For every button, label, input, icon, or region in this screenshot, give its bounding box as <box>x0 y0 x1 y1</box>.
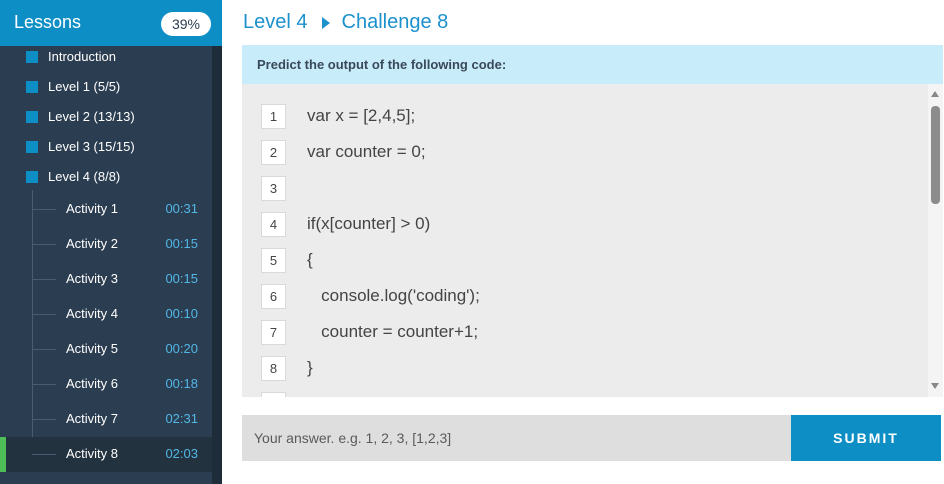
scroll-up-arrow-icon[interactable] <box>931 91 939 97</box>
activity-name: Activity 2 <box>66 236 119 251</box>
line-number: 2 <box>261 140 286 165</box>
line-number: 5 <box>261 248 286 273</box>
activity-name: Activity 5 <box>66 341 119 356</box>
activity-time: 00:31 <box>165 201 198 216</box>
code-line: console.log('coding'); <box>307 286 480 305</box>
sidebar-item-label: Level 2 (13/13) <box>48 109 135 124</box>
tree-branch <box>32 314 56 315</box>
submit-button[interactable]: SUBMIT <box>791 415 941 461</box>
tree-branch <box>32 454 56 455</box>
code-line: } <box>307 358 313 377</box>
activity-time: 02:31 <box>165 411 198 426</box>
progress-badge: 39% <box>161 12 211 36</box>
line-number: 1 <box>261 104 286 129</box>
breadcrumb: Level 4 Challenge 8 <box>243 11 448 37</box>
sidebar-header: Lessons 39% <box>0 0 222 46</box>
activity-name: Activity 4 <box>66 306 119 321</box>
tree-branch <box>32 209 56 210</box>
sidebar-activity-6[interactable]: Activity 6 00:18 <box>0 367 212 402</box>
sidebar-activity-8[interactable]: Activity 8 02:03 <box>0 437 212 472</box>
line-number-partial <box>261 392 286 397</box>
sidebar-activity-2[interactable]: Activity 2 00:15 <box>0 227 212 262</box>
activity-time: 00:20 <box>165 341 198 356</box>
tree-branch <box>32 349 56 350</box>
sidebar-item-introduction[interactable]: Introduction <box>0 42 212 72</box>
sidebar-item-label: Level 3 (15/15) <box>48 139 135 154</box>
sidebar-activity-5[interactable]: Activity 5 00:20 <box>0 332 212 367</box>
sidebar-item-label: Level 1 (5/5) <box>48 79 121 94</box>
code-line: var x = [2,4,5]; <box>307 106 416 125</box>
sidebar-item-level-3[interactable]: Level 3 (15/15) <box>0 132 212 162</box>
question-prompt: Predict the output of the following code… <box>242 45 943 84</box>
activity-name: Activity 7 <box>66 411 119 426</box>
code-scrollbar[interactable] <box>928 84 943 397</box>
level-square-icon <box>26 111 38 123</box>
lessons-sidebar: Lessons 39% Introduction Level 1 (5/5) L… <box>0 0 222 484</box>
level-square-icon <box>26 141 38 153</box>
line-number: 6 <box>261 284 286 309</box>
level-square-icon <box>26 81 38 93</box>
tree-branch <box>32 244 56 245</box>
answer-input[interactable] <box>242 415 791 461</box>
active-marker <box>0 437 6 472</box>
level-square-icon <box>26 171 38 183</box>
code-line: var counter = 0; <box>307 142 426 161</box>
scrollbar-thumb[interactable] <box>931 106 940 204</box>
sidebar-title: Lessons <box>14 12 82 32</box>
activity-name: Activity 8 <box>66 446 119 461</box>
sidebar-item-level-4[interactable]: Level 4 (8/8) <box>0 162 212 192</box>
scroll-down-arrow-icon[interactable] <box>931 383 939 389</box>
line-number: 8 <box>261 356 286 381</box>
activity-name: Activity 6 <box>66 376 119 391</box>
sidebar-item-level-1[interactable]: Level 1 (5/5) <box>0 72 212 102</box>
code-line: counter = counter+1; <box>307 322 479 341</box>
activity-time: 00:15 <box>165 271 198 286</box>
sidebar-item-level-2[interactable]: Level 2 (13/13) <box>0 102 212 132</box>
line-number: 3 <box>261 176 286 201</box>
line-number: 4 <box>261 212 286 237</box>
code-line: if(x[counter] > 0) <box>307 214 431 233</box>
activity-time: 00:10 <box>165 306 198 321</box>
line-number: 7 <box>261 320 286 345</box>
tree-branch <box>32 384 56 385</box>
code-viewer: 1 var x = [2,4,5]; 2 var counter = 0; 3 … <box>242 84 943 397</box>
breadcrumb-level[interactable]: Level 4 <box>243 11 308 34</box>
level-square-icon <box>26 51 38 63</box>
sidebar-activity-3[interactable]: Activity 3 00:15 <box>0 262 212 297</box>
tree-branch <box>32 419 56 420</box>
tree-branch <box>32 279 56 280</box>
caret-right-icon <box>321 16 330 29</box>
activity-time: 00:18 <box>165 376 198 391</box>
breadcrumb-challenge: Challenge 8 <box>341 11 449 34</box>
activity-name: Activity 3 <box>66 271 119 286</box>
prompt-text: Predict the output of the following code… <box>257 57 507 72</box>
sidebar-activity-4[interactable]: Activity 4 00:10 <box>0 297 212 332</box>
sidebar-item-label: Introduction <box>48 49 116 64</box>
activity-time: 00:15 <box>165 236 198 251</box>
sidebar-scrollbar[interactable] <box>212 46 222 484</box>
activity-name: Activity 1 <box>66 201 119 216</box>
sidebar-activity-1[interactable]: Activity 1 00:31 <box>0 192 212 227</box>
code-line: { <box>307 250 313 269</box>
sidebar-activity-7[interactable]: Activity 7 02:31 <box>0 402 212 437</box>
activity-time: 02:03 <box>165 446 198 461</box>
sidebar-item-label: Level 4 (8/8) <box>48 169 121 184</box>
